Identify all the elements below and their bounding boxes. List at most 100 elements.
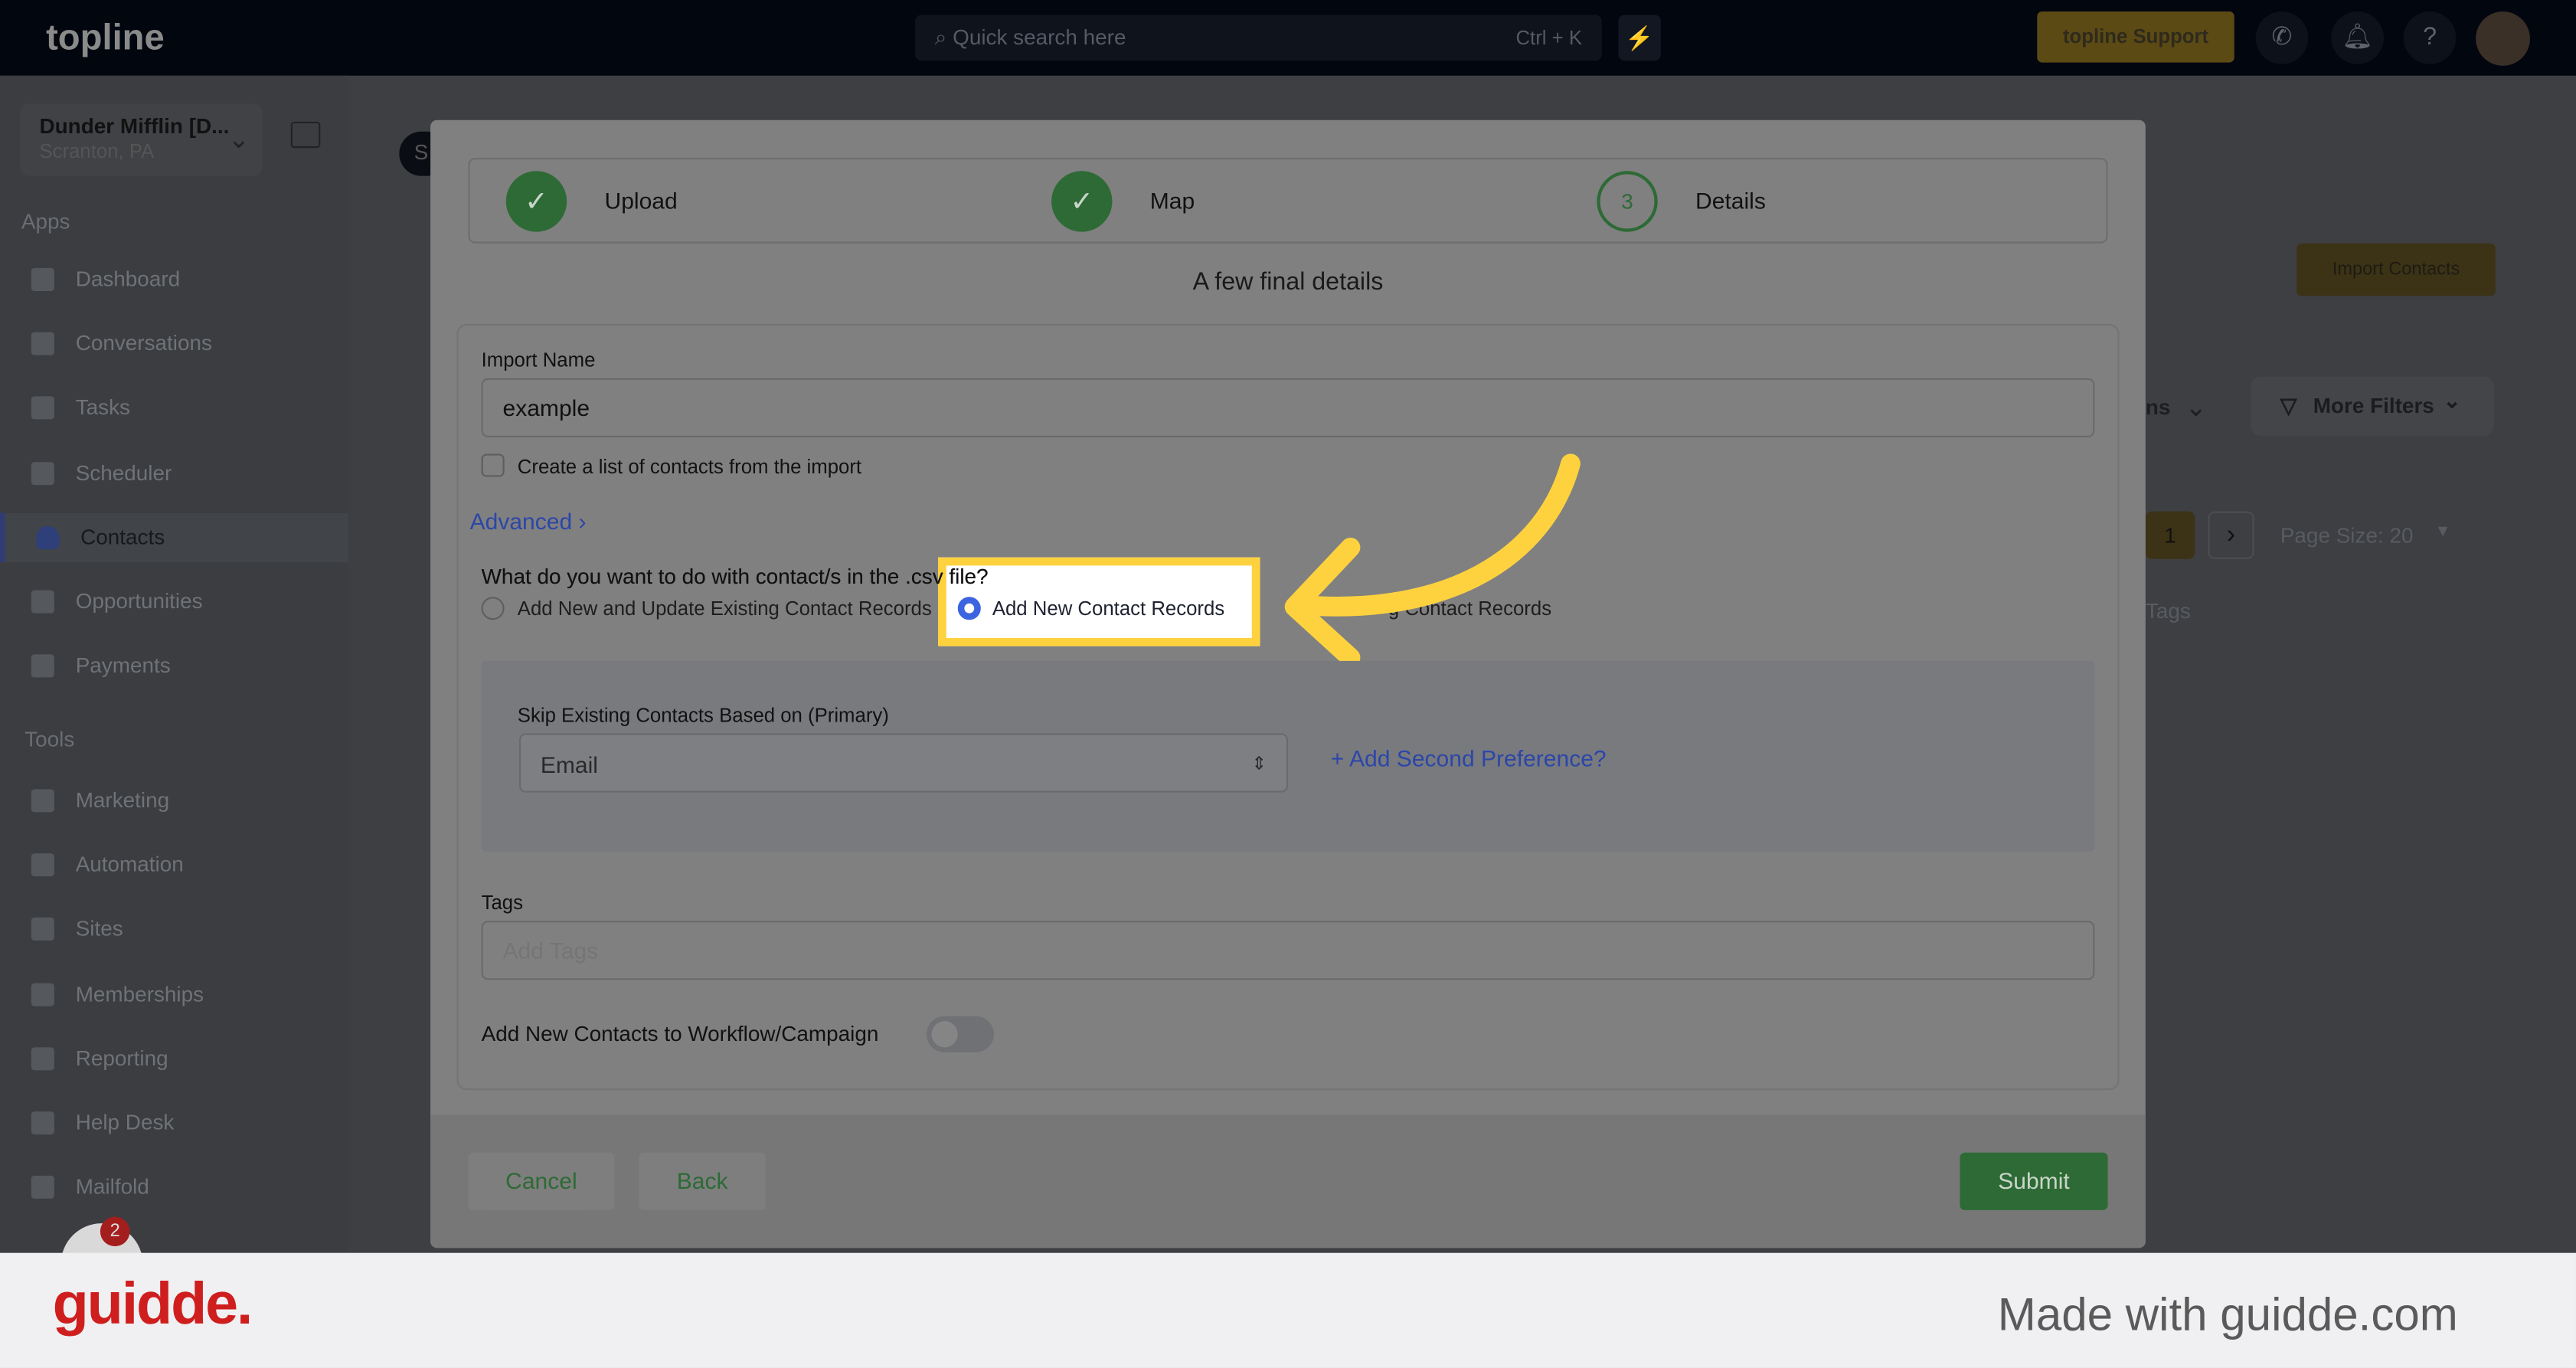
- skip-select[interactable]: Email ⇕: [518, 733, 1288, 793]
- chevron-down-icon: ⌄: [227, 126, 250, 155]
- screen: topline ⌕ Quick search here Ctrl + K ⚡ to…: [0, 0, 2576, 1368]
- filter-icon: ▽: [2280, 393, 2297, 418]
- help-desk-icon: [31, 1111, 54, 1135]
- back-button[interactable]: Back: [639, 1152, 766, 1210]
- sidebar-item-marketing[interactable]: Marketing: [0, 776, 348, 825]
- sidebar-item-reporting[interactable]: Reporting: [0, 1034, 348, 1083]
- sites-icon: [31, 918, 54, 941]
- check-icon: ✓: [1051, 171, 1113, 232]
- automation-icon: [31, 853, 54, 877]
- tools-heading: Tools: [25, 726, 75, 751]
- stepper: [468, 158, 2108, 244]
- plus-icon: +: [1330, 745, 1350, 771]
- sidebar-item-help-desk[interactable]: Help Desk: [0, 1098, 348, 1147]
- tags-input[interactable]: [481, 921, 2095, 980]
- scheduler-icon: [31, 461, 54, 485]
- mailfold-icon: [31, 1176, 54, 1199]
- avatar[interactable]: [2476, 11, 2530, 66]
- made-with-text: Made with guidde.com: [1997, 1288, 2458, 1340]
- sidebar-item-tasks[interactable]: Tasks: [0, 384, 348, 433]
- more-filters-button[interactable]: ▽ More Filters ⌄: [2251, 376, 2494, 436]
- contacts-icon: [36, 525, 60, 549]
- tasks-icon: [31, 397, 54, 421]
- question-text: What do you want to do with contact/s in…: [481, 564, 989, 589]
- sidebar-item-conversations[interactable]: Conversations: [0, 319, 348, 368]
- sidebar-item-label: Contacts: [80, 524, 165, 549]
- radio-add-new[interactable]: [957, 597, 981, 620]
- sidebar-item-label: Scheduler: [75, 460, 172, 485]
- sidebar-item-label: Memberships: [75, 980, 204, 1006]
- workflow-toggle[interactable]: [927, 1016, 994, 1052]
- import-name-input[interactable]: [481, 378, 2095, 437]
- apps-heading: Apps: [21, 208, 70, 234]
- check-icon: ✓: [505, 171, 567, 232]
- chevron-down-icon: ⌄: [2443, 388, 2461, 413]
- sidebar-item-opportunities[interactable]: Opportunities: [0, 577, 348, 626]
- payments-icon: [31, 654, 54, 678]
- account-switcher[interactable]: Dunder Mifflin [D... Scranton, PA ⌄: [19, 103, 263, 176]
- sidebar-item-label: Payments: [75, 653, 171, 678]
- radio-add-update[interactable]: [481, 597, 505, 620]
- conversations-icon: [31, 332, 54, 356]
- create-list-checkbox[interactable]: [481, 453, 505, 477]
- option-add-new-label: Add New Contact Records: [992, 597, 1225, 620]
- sidebar-item-label: Tasks: [75, 395, 130, 421]
- page-1[interactable]: 1: [2145, 511, 2195, 559]
- caret-down-icon: ▼: [2434, 522, 2451, 542]
- columns-dropdown[interactable]: ns: [2146, 394, 2171, 419]
- notification-badge: 2: [100, 1216, 130, 1247]
- arrow-annotation-icon: [1284, 453, 1581, 668]
- chevron-down-icon: ⌄: [2185, 394, 2208, 423]
- step-number: 3: [1597, 171, 1658, 232]
- sidebar-item-memberships[interactable]: Memberships: [0, 970, 348, 1019]
- sidebar-toggle-icon[interactable]: [290, 121, 321, 149]
- sidebar-item-sites[interactable]: Sites: [0, 905, 348, 954]
- add-pref-label: Add Second Preference?: [1349, 745, 1607, 771]
- step-map: Map: [1149, 187, 1195, 214]
- chevron-right-icon: ›: [578, 508, 587, 535]
- submit-button[interactable]: Submit: [1960, 1152, 2108, 1210]
- step-upload: Upload: [604, 187, 678, 214]
- sidebar-item-label: Marketing: [75, 787, 170, 813]
- tags-column-header: Tags: [2145, 598, 2191, 623]
- sidebar-item-label: Help Desk: [75, 1109, 175, 1135]
- toggle-knob: [931, 1021, 958, 1048]
- top-bar: topline ⌕ Quick search here Ctrl + K ⚡ to…: [0, 0, 2576, 76]
- quick-search[interactable]: ⌕ Quick search here Ctrl + K: [914, 15, 1602, 61]
- search-icon: ⌕: [934, 25, 953, 50]
- skip-label: Skip Existing Contacts Based on (Primary…: [517, 703, 889, 727]
- lightning-icon[interactable]: ⚡: [1618, 15, 1661, 61]
- bell-icon[interactable]: 🔔︎: [2331, 11, 2384, 64]
- phone-icon[interactable]: ✆: [2255, 11, 2309, 64]
- next-page-icon[interactable]: ›: [2208, 511, 2254, 559]
- add-second-preference-link[interactable]: + Add Second Preference?: [1331, 745, 1607, 771]
- account-name: Dunder Mifflin [D...: [39, 113, 230, 139]
- account-location: Scranton, PA: [39, 139, 155, 163]
- sidebar-item-scheduler[interactable]: Scheduler: [0, 448, 348, 497]
- opportunities-icon: [31, 590, 54, 614]
- guidde-logo: guidde.: [52, 1269, 253, 1337]
- page-size[interactable]: Page Size: 20: [2280, 523, 2414, 548]
- sidebar-item-automation[interactable]: Automation: [0, 840, 348, 889]
- cancel-button[interactable]: Cancel: [468, 1152, 615, 1210]
- marketing-icon: [31, 789, 54, 813]
- reporting-icon: [31, 1046, 54, 1071]
- sidebar-item-label: Mailfold: [75, 1174, 149, 1199]
- sidebar-item-contacts[interactable]: Contacts: [0, 512, 348, 562]
- search-placeholder: Quick search here: [953, 25, 1126, 50]
- sidebar-item-payments[interactable]: Payments: [0, 642, 348, 691]
- sidebar-item-mailfold[interactable]: Mailfold: [0, 1163, 348, 1212]
- sidebar-item-label: Reporting: [75, 1045, 168, 1071]
- advanced-link[interactable]: Advanced ›: [470, 508, 587, 534]
- help-icon[interactable]: ?: [2403, 11, 2457, 64]
- skip-value: Email: [540, 751, 598, 778]
- support-button[interactable]: topline Support: [2037, 11, 2234, 63]
- sidebar-item-label: Opportunities: [75, 588, 203, 614]
- topline-logo[interactable]: topline: [46, 16, 165, 59]
- modal-subtitle: A few final details: [1192, 267, 1384, 296]
- tags-label: Tags: [481, 891, 524, 915]
- sidebar-item-label: Sites: [75, 916, 123, 941]
- memberships-icon: [31, 982, 54, 1006]
- advanced-label: Advanced: [469, 508, 573, 535]
- step-details: Details: [1695, 187, 1766, 214]
